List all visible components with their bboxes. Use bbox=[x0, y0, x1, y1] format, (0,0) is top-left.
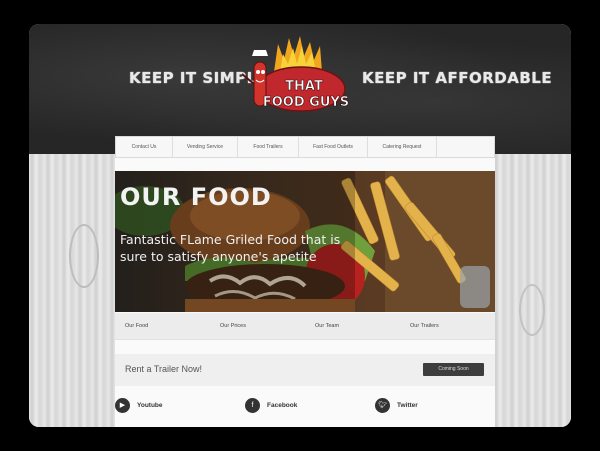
facebook-label: Facebook bbox=[267, 402, 298, 409]
hero-subtitle: Fantastic FLame Griled Food that is sure… bbox=[120, 232, 341, 264]
nav-food-trailers[interactable]: Food Trailers bbox=[238, 137, 299, 157]
logo-text-line1: THAT bbox=[285, 79, 323, 94]
hero-title: OUR FOOD bbox=[120, 183, 272, 211]
facebook-icon: f bbox=[245, 398, 260, 413]
content-panel: Contact Us Vending Service Food Trailers… bbox=[115, 136, 495, 427]
chalkboard-header: KEEP IT SIMPLE THAT FOOD GUYS KEEP IT AF… bbox=[29, 24, 571, 154]
tab-our-prices[interactable]: Our Prices bbox=[210, 313, 305, 339]
section-tabs: Our Food Our Prices Our Team Our Trailer… bbox=[115, 313, 495, 340]
top-nav: Contact Us Vending Service Food Trailers… bbox=[115, 136, 495, 158]
site-frame: KEEP IT SIMPLE THAT FOOD GUYS KEEP IT AF… bbox=[29, 24, 571, 427]
rent-trailer-bar: Rent a Trailer Now! Coming Soon bbox=[115, 354, 495, 386]
wood-knot bbox=[519, 284, 545, 336]
youtube-link[interactable]: ▶ Youtube bbox=[115, 398, 163, 413]
youtube-icon: ▶ bbox=[115, 398, 130, 413]
tab-our-food[interactable]: Our Food bbox=[115, 313, 210, 339]
nav-vending-service[interactable]: Vending Service bbox=[173, 137, 238, 157]
tab-our-trailers[interactable]: Our Trailers bbox=[400, 313, 495, 339]
wood-knot bbox=[69, 224, 99, 288]
nav-contact-us[interactable]: Contact Us bbox=[116, 137, 173, 157]
nav-catering-request[interactable]: Catering Request bbox=[368, 137, 437, 157]
logo[interactable]: THAT FOOD GUYS bbox=[234, 34, 354, 118]
slogan-right: KEEP IT AFFORDABLE bbox=[362, 69, 553, 87]
hero-banner[interactable]: OUR FOOD Fantastic FLame Griled Food tha… bbox=[115, 171, 495, 312]
youtube-label: Youtube bbox=[137, 402, 163, 409]
tab-our-team[interactable]: Our Team bbox=[305, 313, 400, 339]
rent-trailer-text: Rent a Trailer Now! bbox=[125, 364, 203, 374]
facebook-link[interactable]: f Facebook bbox=[245, 398, 297, 413]
logo-text-line2: FOOD GUYS bbox=[263, 95, 349, 110]
twitter-icon: 🐦︎ bbox=[375, 398, 390, 413]
coming-soon-button[interactable]: Coming Soon bbox=[423, 363, 484, 376]
nav-fast-food-outlets[interactable]: Fast Food Outlets bbox=[299, 137, 368, 157]
twitter-label: Twitter bbox=[397, 402, 418, 409]
twitter-link[interactable]: 🐦︎ Twitter bbox=[375, 398, 418, 413]
